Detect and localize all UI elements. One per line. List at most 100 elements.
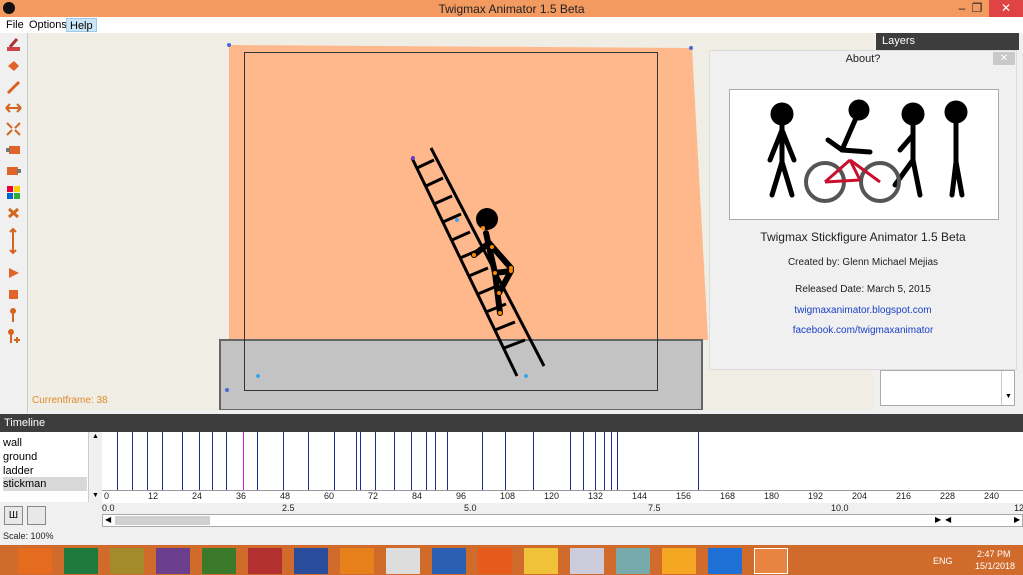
restore-button[interactable]: ❐ <box>962 0 992 17</box>
layers-scrollbar[interactable]: ▼ <box>1001 371 1014 405</box>
horizontal-arrows-icon[interactable] <box>5 100 22 116</box>
ruler-tick: 96 <box>456 491 467 501</box>
onion-skin-icon[interactable] <box>27 506 46 525</box>
sublime-icon[interactable] <box>386 548 420 574</box>
ruler-tick: 144 <box>632 491 648 501</box>
ruler-tick: 240 <box>984 491 1000 501</box>
about-title: About? <box>845 53 881 65</box>
ruler-tick: 12 <box>148 491 159 501</box>
pin-icon[interactable] <box>5 307 22 323</box>
calculator-icon[interactable] <box>570 548 604 574</box>
chevron-right-icon[interactable]: ▶ <box>1014 515 1020 524</box>
timeline-scrollbar[interactable]: ◀ ▶ ◀ ▶ <box>102 514 1023 527</box>
timeline-header: Timeline <box>0 414 1023 432</box>
stickfigures-bike-illustration <box>767 99 968 203</box>
clock-time[interactable]: 2:47 PM <box>977 549 1011 559</box>
ruler-tick: 0 <box>104 491 110 501</box>
winrar-green-icon[interactable] <box>202 548 236 574</box>
app-icon-orange[interactable] <box>662 548 696 574</box>
blog-link[interactable]: twigmaxanimator.blogspot.com <box>709 305 1017 316</box>
winrar-purple-icon[interactable] <box>156 548 190 574</box>
seconds-tick: 10.0 <box>831 503 849 513</box>
keyframe-track[interactable] <box>102 432 1023 490</box>
ruler-tick: 84 <box>412 491 423 501</box>
teamviewer-icon[interactable] <box>708 548 742 574</box>
brush-icon[interactable] <box>5 37 22 53</box>
layers-header: Layers <box>876 33 1019 50</box>
title-bar: Twigmax Animator 1.5 Beta – ❐ ✕ <box>0 0 1023 17</box>
ruler-tick: 216 <box>896 491 912 501</box>
ruler-tick: 132 <box>588 491 604 501</box>
seconds-ruler: 0.0 2.5 5.0 7.5 10.0 12 <box>102 503 1023 514</box>
store-icon[interactable] <box>18 548 52 574</box>
ruler-tick: 204 <box>852 491 868 501</box>
ruler-tick: 108 <box>500 491 516 501</box>
pencil-icon[interactable] <box>5 79 22 95</box>
twigmax-icon[interactable] <box>754 548 788 574</box>
close-button[interactable]: ✕ <box>989 0 1023 17</box>
scale-icon[interactable] <box>5 121 22 137</box>
layer-stickman[interactable]: stickman <box>3 477 87 491</box>
layer-ground[interactable]: ground <box>3 450 87 464</box>
taskbar: ENG 2:47 PM 15/1/2018 <box>0 545 1023 575</box>
system-tray: ENG 2:47 PM 15/1/2018 <box>843 545 1023 575</box>
facebook-link[interactable]: facebook.com/twigmaxanimator <box>709 325 1017 336</box>
layer-ladder[interactable]: ladder <box>3 464 87 478</box>
stop-icon[interactable] <box>5 286 22 302</box>
about-image <box>729 89 999 220</box>
language-indicator[interactable]: ENG <box>933 556 953 566</box>
play-icon[interactable] <box>5 265 22 281</box>
firefox-icon[interactable] <box>478 548 512 574</box>
fill-icon[interactable] <box>5 58 22 74</box>
file-explorer-icon[interactable] <box>524 548 558 574</box>
chevron-down-icon[interactable]: ▼ <box>92 492 99 499</box>
add-joint-icon[interactable] <box>5 328 22 344</box>
menu-options[interactable]: Options <box>26 18 70 32</box>
color-palette-icon[interactable] <box>5 184 22 200</box>
seconds-tick: 2.5 <box>282 503 295 513</box>
window-title: Twigmax Animator 1.5 Beta <box>438 2 585 16</box>
about-app-name: Twigmax Stickfigure Animator 1.5 Beta <box>760 230 966 244</box>
menu-bar: File Options Help <box>0 17 1023 33</box>
ruler-tick: 36 <box>236 491 247 501</box>
about-close-button[interactable]: ✕ <box>993 52 1015 65</box>
layer-list-scrollbar[interactable]: ▲ ▼ <box>88 432 102 502</box>
chevron-left-icon[interactable]: ◀ <box>105 515 111 524</box>
menu-file[interactable]: File <box>3 18 27 32</box>
filezilla-icon[interactable] <box>248 548 282 574</box>
word-icon[interactable] <box>432 548 466 574</box>
chevron-right-icon[interactable]: ▶ <box>935 515 941 524</box>
seconds-tick: 12 <box>1014 503 1023 513</box>
tool-palette <box>0 33 28 413</box>
layer-wall[interactable]: wall <box>3 436 87 450</box>
chevron-left-icon[interactable]: ◀ <box>945 515 951 524</box>
scroll-thumb[interactable] <box>115 516 210 525</box>
about-release-date: Released Date: March 5, 2015 <box>795 284 931 295</box>
excel-icon[interactable] <box>64 548 98 574</box>
ruler-tick: 228 <box>940 491 956 501</box>
seconds-tick: 7.5 <box>648 503 661 513</box>
keyframe-view-icon[interactable]: Ш <box>4 506 23 525</box>
layer-back-icon[interactable] <box>5 163 22 179</box>
delete-icon[interactable] <box>5 205 22 221</box>
layer-forward-icon[interactable] <box>5 142 22 158</box>
ruler-tick: 192 <box>808 491 824 501</box>
menu-help[interactable]: Help <box>66 18 97 32</box>
current-frame-label: Currentframe: 38 <box>32 395 108 406</box>
winrar-icon[interactable] <box>110 548 144 574</box>
chevron-up-icon[interactable]: ▲ <box>92 433 99 440</box>
ruler-tick: 72 <box>368 491 379 501</box>
archive-icon[interactable] <box>294 548 328 574</box>
chevron-down-icon[interactable]: ▼ <box>1005 393 1012 400</box>
scale-label: Scale: 100% <box>3 531 54 541</box>
ruler-tick: 60 <box>324 491 335 501</box>
stage-boundary <box>244 52 658 391</box>
clock-date[interactable]: 15/1/2018 <box>975 561 1015 571</box>
ruler-tick: 48 <box>280 491 291 501</box>
vlc-icon[interactable] <box>340 548 374 574</box>
ruler-tick: 120 <box>544 491 560 501</box>
move-layer-updown-icon[interactable] <box>5 226 22 256</box>
layers-list[interactable]: ▼ <box>880 370 1015 406</box>
notes-icon[interactable] <box>616 548 650 574</box>
timeline-layer-list: wall ground ladder stickman <box>0 432 102 502</box>
